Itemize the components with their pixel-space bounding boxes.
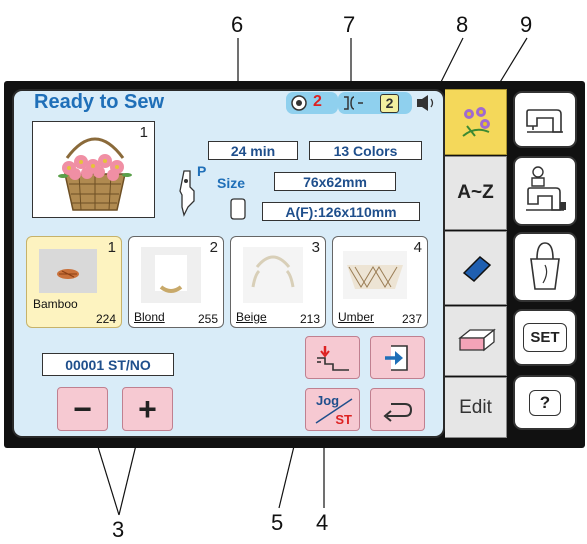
hoop-size-value: A(F):126x110mm	[285, 203, 397, 220]
starting-point-button[interactable]	[305, 336, 360, 379]
sewing-mode-button[interactable]	[513, 91, 577, 148]
thread-color-4[interactable]: 4 Umber 237	[332, 236, 428, 328]
thread-color-1[interactable]: 1 Bamboo 224	[26, 236, 122, 328]
stitch-counter-value: 00001 ST/NO	[65, 356, 151, 373]
flower-basket-icon	[58, 137, 132, 211]
thread-number: 1	[107, 239, 116, 256]
thread-number: 2	[209, 239, 218, 256]
help-label: ?	[528, 389, 562, 416]
tab-embroidery[interactable]	[445, 89, 507, 155]
set-button[interactable]: SET	[513, 309, 577, 366]
thread-name: Beige	[236, 310, 267, 324]
tab-edit[interactable]: Edit	[445, 377, 507, 438]
speaker-icon	[417, 95, 434, 111]
thread-name: Blond	[134, 310, 165, 324]
needle-indicator: 2	[338, 92, 412, 114]
embroidery-mode-button[interactable]	[513, 156, 577, 226]
thread-name: Umber	[338, 310, 375, 324]
return-arrow-icon	[382, 402, 412, 422]
exit-button[interactable]	[370, 336, 425, 379]
exit-icon	[384, 344, 408, 371]
size-label: Size	[217, 175, 246, 191]
minus-label: −	[73, 391, 92, 427]
tab-memory[interactable]	[445, 306, 507, 376]
page-title: Ready to Sew	[34, 91, 165, 113]
bag-icon	[530, 242, 560, 290]
bobbin-icon	[291, 95, 307, 111]
color-count-value: 13 Colors	[333, 142, 398, 159]
starting-point-icon	[316, 345, 349, 371]
thread-code: 213	[299, 312, 320, 326]
thread-color-2[interactable]: 2 Blond 255	[128, 236, 224, 328]
sewing-time-display: 24 min	[208, 141, 298, 160]
thread-number: 3	[311, 239, 320, 256]
hoop-icon	[230, 198, 246, 220]
jog-divider-icon	[315, 398, 353, 424]
stitch-back-button[interactable]: −	[57, 387, 108, 431]
flower-icon	[461, 107, 490, 137]
sewing-time-value: 24 min	[230, 142, 276, 159]
color-count-display: 13 Colors	[309, 141, 422, 160]
design-size-value: 76x62mm	[303, 173, 367, 190]
plus-label: +	[138, 391, 157, 427]
bag-button[interactable]	[513, 232, 577, 302]
presser-foot-label: P	[197, 163, 207, 179]
bobbin-count: 2	[313, 93, 322, 110]
thread-number: 4	[413, 239, 422, 256]
hoop-size-display: A(F):126x110mm	[262, 202, 420, 221]
beige-stitch-icon	[243, 247, 303, 303]
thread-code: 224	[95, 312, 116, 326]
stitch-forward-button[interactable]: +	[122, 387, 173, 431]
design-size-display: 76x62mm	[274, 172, 396, 191]
blond-stitch-icon	[141, 247, 201, 303]
needle-threader-icon	[344, 96, 363, 110]
umber-stitch-icon	[343, 251, 407, 299]
stitch-counter-display: 00001 ST/NO	[42, 353, 174, 376]
bobbin-indicator: 2	[286, 92, 338, 114]
memory-card-icon	[457, 328, 496, 352]
sewing-machine-icon	[526, 108, 563, 133]
eraser-icon	[462, 255, 491, 283]
jog-st-button[interactable]: Jog ST	[305, 388, 360, 431]
help-button[interactable]: ?	[513, 375, 577, 430]
return-button[interactable]	[370, 388, 425, 431]
bamboo-stitch-icon	[57, 269, 79, 279]
set-label: SET	[523, 323, 567, 352]
needle-count: 2	[380, 94, 399, 113]
thread-name: Bamboo	[33, 297, 78, 311]
az-label: A~Z	[457, 182, 494, 203]
thread-code: 237	[401, 312, 422, 326]
thread-color-3[interactable]: 3 Beige 213	[230, 236, 326, 328]
tab-eraser[interactable]	[445, 231, 507, 305]
embroidery-machine-icon	[526, 166, 566, 211]
edit-label: Edit	[459, 396, 492, 418]
design-preview: 1	[32, 121, 155, 218]
tab-alphabet[interactable]: A~Z	[445, 156, 507, 230]
thread-code: 255	[197, 312, 218, 326]
